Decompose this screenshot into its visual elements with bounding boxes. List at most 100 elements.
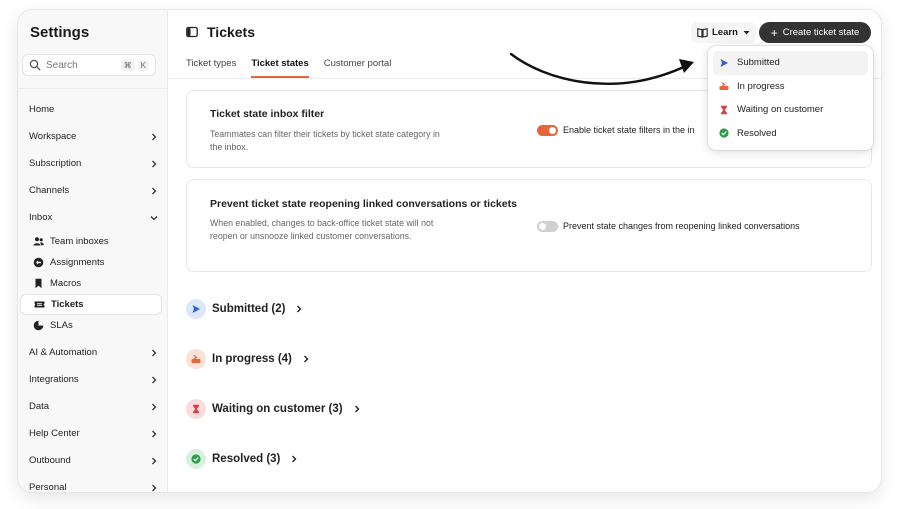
menu-item-in-progress[interactable]: In progress: [713, 75, 868, 99]
check-circle-icon: [191, 454, 201, 464]
group-label: Waiting on customer (3): [212, 403, 343, 415]
page-header: Tickets: [186, 24, 255, 40]
inbox-filter-toggle[interactable]: [537, 125, 558, 136]
sidebar-item-personal[interactable]: Personal: [18, 474, 168, 492]
sidebar-title: Settings: [30, 24, 90, 41]
sidebar-item-assignments[interactable]: Assignments: [20, 252, 162, 273]
sidebar-item-label: Tickets: [51, 299, 84, 310]
create-label: Create ticket state: [782, 27, 860, 38]
in-progress-icon: [191, 355, 201, 363]
group-label: In progress (4): [212, 353, 292, 365]
sidebar-item-label: Outbound: [29, 455, 71, 466]
sidebar-item-label: SLAs: [50, 320, 73, 331]
menu-item-resolved[interactable]: Resolved: [713, 122, 868, 146]
menu-item-label: In progress: [737, 80, 785, 92]
shortcut-key-cmd: ⌘: [120, 59, 135, 71]
reopening-toggle[interactable]: [537, 221, 558, 232]
in-progress-badge: [186, 349, 206, 369]
chevron-right-icon: [152, 457, 157, 464]
sidebar-item-ai-automation[interactable]: AI & Automation: [18, 339, 168, 366]
menu-item-submitted[interactable]: Submitted: [713, 51, 868, 75]
pie-icon: [33, 320, 44, 331]
tab-ticket-types[interactable]: Ticket types: [186, 58, 236, 78]
sidebar-item-home[interactable]: Home: [18, 96, 168, 123]
sidebar-item-outbound[interactable]: Outbound: [18, 447, 168, 474]
sidebar-item-label: Workspace: [29, 131, 77, 142]
menu-item-label: Resolved: [737, 127, 777, 139]
group-label: Submitted (2): [212, 303, 286, 315]
chevron-right-icon: [303, 355, 309, 363]
card-title: Prevent ticket state reopening linked co…: [210, 198, 517, 210]
resolved-badge: [186, 449, 206, 469]
hourglass-icon: [721, 105, 727, 114]
book-icon: [697, 28, 708, 38]
shortcut-key-k: K: [137, 59, 149, 71]
assignments-icon: [33, 257, 44, 268]
toggle-knob: [549, 127, 556, 134]
submitted-icon: [720, 58, 728, 67]
reopening-card: Prevent ticket state reopening linked co…: [186, 179, 872, 272]
sidebar-item-label: Home: [29, 104, 55, 115]
sidebar-item-data[interactable]: Data: [18, 393, 168, 420]
group-in-progress[interactable]: In progress (4): [186, 349, 310, 369]
bookmark-icon: [35, 278, 42, 289]
search-icon: [29, 59, 41, 71]
chevron-right-icon: [152, 484, 157, 491]
create-state-dropdown: Submitted In progress Waiting on custome…: [708, 46, 873, 150]
sidebar-item-team-inboxes[interactable]: Team inboxes: [20, 231, 162, 252]
sidebar-toggle-icon[interactable]: [186, 26, 198, 38]
sidebar-item-label: Team inboxes: [50, 236, 109, 247]
ticket-icon: [34, 301, 45, 308]
tab-customer-portal[interactable]: Customer portal: [324, 58, 392, 78]
create-ticket-state-button[interactable]: + Create ticket state: [759, 22, 871, 43]
sidebar-item-channels[interactable]: Channels: [18, 177, 168, 204]
sidebar-item-label: Integrations: [29, 374, 79, 385]
chevron-right-icon: [152, 187, 157, 194]
sidebar-item-slas[interactable]: SLAs: [20, 315, 162, 336]
group-label: Resolved (3): [212, 453, 281, 465]
learn-label: Learn: [712, 27, 738, 38]
page-title: Tickets: [207, 24, 255, 40]
chevron-right-icon: [152, 349, 157, 356]
sidebar-item-inbox[interactable]: Inbox: [18, 204, 168, 231]
sidebar-item-subscription[interactable]: Subscription: [18, 150, 168, 177]
sidebar-item-label: AI & Automation: [29, 347, 98, 358]
tab-ticket-states[interactable]: Ticket states: [251, 58, 309, 78]
sidebar-divider: [18, 88, 168, 89]
chevron-right-icon: [354, 405, 360, 413]
sidebar-item-tickets[interactable]: Tickets: [20, 294, 162, 315]
submitted-icon: [192, 305, 200, 313]
learn-button[interactable]: Learn: [691, 22, 756, 43]
submitted-badge: [186, 299, 206, 319]
chevron-right-icon: [292, 455, 297, 463]
sidebar: Settings Search ⌘ K Home Workspace Subsc…: [18, 10, 168, 492]
chevron-right-icon: [297, 305, 302, 313]
chevron-right-icon: [152, 376, 157, 383]
sidebar-item-help-center[interactable]: Help Center: [18, 420, 168, 447]
group-resolved[interactable]: Resolved (3): [186, 449, 298, 469]
in-progress-icon: [719, 82, 729, 91]
chevron-right-icon: [152, 403, 157, 410]
menu-item-label: Submitted: [737, 57, 780, 69]
chevron-right-icon: [152, 160, 157, 167]
group-submitted[interactable]: Submitted (2): [186, 299, 303, 319]
group-waiting-on-customer[interactable]: Waiting on customer (3): [186, 399, 361, 419]
check-circle-icon: [719, 128, 729, 138]
sidebar-item-macros[interactable]: Macros: [20, 273, 162, 294]
caret-down-icon: [743, 31, 750, 35]
menu-item-label: Waiting on customer: [737, 104, 824, 116]
team-icon: [33, 237, 44, 246]
sidebar-item-label: Assignments: [50, 257, 105, 268]
chevron-right-icon: [152, 430, 157, 437]
card-description: When enabled, changes to back-office tic…: [210, 218, 434, 241]
menu-item-waiting-on-customer[interactable]: Waiting on customer: [713, 98, 868, 122]
sidebar-item-workspace[interactable]: Workspace: [18, 123, 168, 150]
annotation-arrow: [509, 52, 694, 85]
waiting-badge: [186, 399, 206, 419]
sidebar-item-label: Channels: [29, 185, 70, 196]
search-placeholder: Search: [46, 59, 78, 71]
search-input[interactable]: Search ⌘ K: [22, 54, 156, 76]
chevron-down-icon: [150, 215, 158, 220]
sidebar-item-integrations[interactable]: Integrations: [18, 366, 168, 393]
chevron-right-icon: [152, 133, 157, 140]
